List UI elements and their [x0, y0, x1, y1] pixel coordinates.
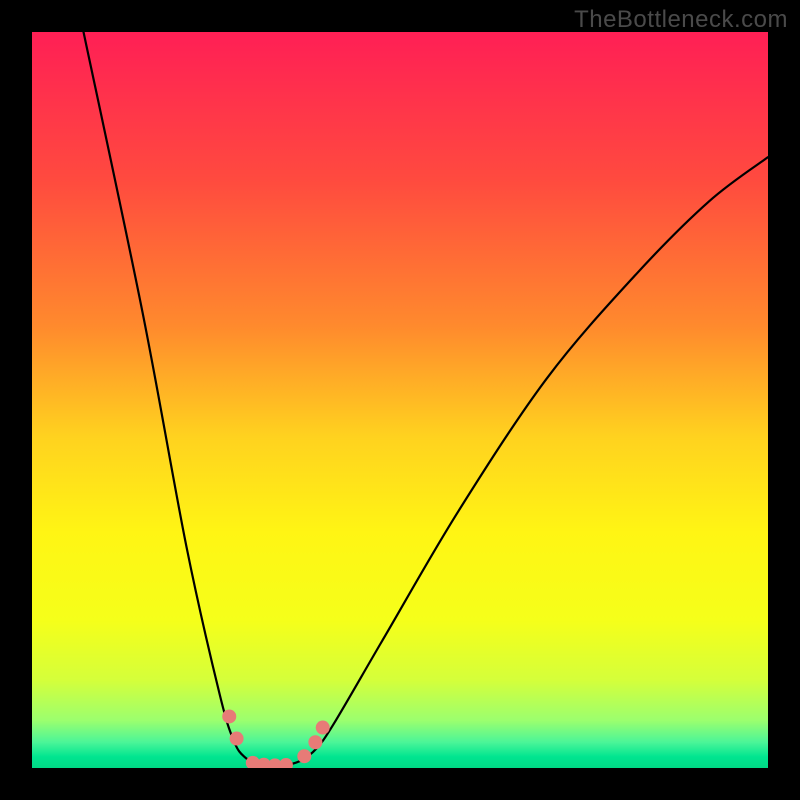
chart-dot: [297, 749, 311, 763]
watermark-text: TheBottleneck.com: [574, 6, 788, 34]
chart-svg: [32, 32, 768, 768]
chart-frame: [32, 32, 768, 768]
chart-dot: [230, 732, 244, 746]
chart-dot: [316, 721, 330, 735]
chart-background: [32, 32, 768, 768]
chart-dot: [308, 735, 322, 749]
chart-dot: [222, 709, 236, 723]
